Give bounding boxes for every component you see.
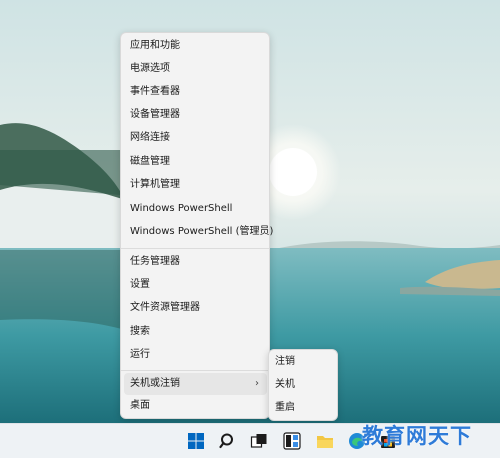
submenu-item-restart[interactable]: 重启	[275, 397, 295, 419]
menu-item-label: 计算机管理	[130, 179, 180, 190]
menu-item-power-options[interactable]: 电源选项	[124, 58, 267, 80]
menu-item-label: 关机或注销	[130, 378, 180, 389]
menu-item-powershell-admin[interactable]: Windows PowerShell (管理员)	[124, 221, 273, 243]
menu-item-event-viewer[interactable]: 事件查看器	[124, 81, 267, 103]
menu-item-label: 设置	[130, 279, 150, 290]
menu-item-label: 文件资源管理器	[130, 302, 200, 313]
menu-item-file-explorer[interactable]: 文件资源管理器	[124, 297, 267, 319]
menu-item-shutdown-signout[interactable]: 关机或注销 ›	[124, 373, 267, 395]
watermark: 教育网天下	[362, 424, 472, 448]
shutdown-submenu: 注销 关机 重启	[268, 349, 338, 421]
menu-item-powershell[interactable]: Windows PowerShell	[124, 198, 267, 220]
menu-item-label: 搜索	[130, 326, 150, 337]
menu-item-label: 网络连接	[130, 132, 170, 143]
task-view-icon[interactable]	[250, 432, 268, 450]
menu-item-label: 设备管理器	[130, 109, 180, 120]
menu-item-device-manager[interactable]: 设备管理器	[124, 104, 267, 126]
menu-divider	[121, 248, 269, 249]
menu-item-desktop[interactable]: 桌面	[124, 395, 267, 417]
menu-item-settings[interactable]: 设置	[124, 274, 267, 296]
menu-item-disk-management[interactable]: 磁盘管理	[124, 151, 267, 173]
submenu-item-label: 注销	[275, 356, 295, 367]
menu-item-label: Windows PowerShell (管理员)	[130, 226, 274, 237]
widgets-icon[interactable]	[283, 432, 301, 450]
menu-item-search[interactable]: 搜索	[124, 321, 267, 343]
menu-item-network-connections[interactable]: 网络连接	[124, 127, 267, 149]
menu-item-label: 运行	[130, 349, 150, 360]
menu-item-task-manager[interactable]: 任务管理器	[124, 251, 267, 273]
menu-item-run[interactable]: 运行	[124, 344, 267, 366]
submenu-item-signout[interactable]: 注销	[275, 351, 295, 373]
menu-item-label: 磁盘管理	[130, 156, 170, 167]
chevron-right-icon: ›	[255, 378, 259, 389]
submenu-item-shutdown[interactable]: 关机	[275, 374, 295, 396]
submenu-item-label: 重启	[275, 402, 295, 413]
menu-item-apps-features[interactable]: 应用和功能	[124, 35, 267, 57]
menu-item-label: 桌面	[130, 400, 150, 411]
menu-item-label: 应用和功能	[130, 40, 180, 51]
menu-item-label: 任务管理器	[130, 256, 180, 267]
menu-item-computer-management[interactable]: 计算机管理	[124, 174, 267, 196]
file-explorer-icon[interactable]	[316, 432, 334, 450]
menu-item-label: Windows PowerShell	[130, 203, 233, 214]
winx-context-menu: 应用和功能 电源选项 事件查看器 设备管理器 网络连接 磁盘管理 计算机管理 W…	[120, 32, 273, 419]
start-icon[interactable]	[187, 432, 205, 450]
menu-item-label: 电源选项	[130, 63, 170, 74]
menu-item-label: 事件查看器	[130, 86, 180, 97]
submenu-item-label: 关机	[275, 379, 295, 390]
search-icon[interactable]	[219, 432, 237, 450]
menu-divider	[121, 370, 269, 371]
